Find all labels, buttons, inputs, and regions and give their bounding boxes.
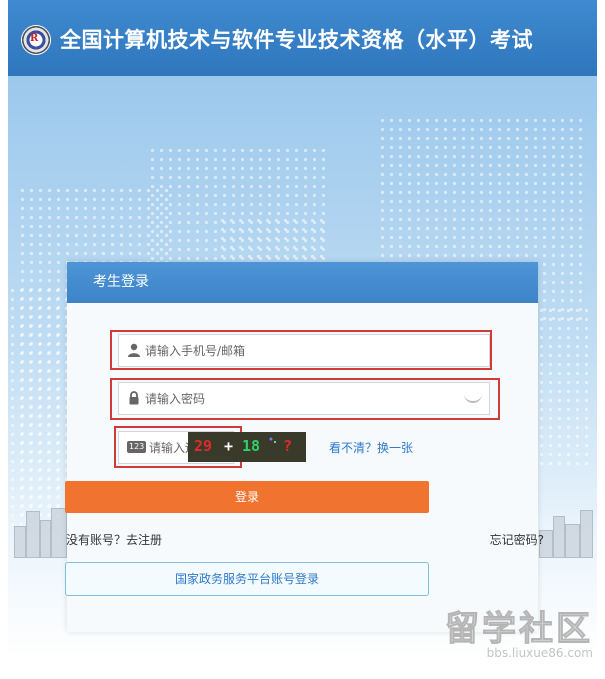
account-placeholder: 请输入手机号/邮箱 xyxy=(145,344,246,358)
hide-password-icon[interactable] xyxy=(464,392,482,403)
city-skyline-left xyxy=(12,508,72,558)
captcha-badge-icon: 123 xyxy=(127,441,147,453)
password-placeholder: 请输入密码 xyxy=(145,392,206,406)
captcha-image[interactable]: 29 + 18 ? xyxy=(188,432,306,462)
watermark: 留学社区 bbs.liuxue86.com xyxy=(445,609,594,661)
login-panel-title: 考生登录 xyxy=(67,262,538,303)
user-icon xyxy=(128,343,140,357)
login-page: R 全国计算机技术与软件专业技术资格（水平）考试 考生登录 请输入手机号/邮箱 … xyxy=(8,0,597,658)
city-skyline-right xyxy=(535,508,595,558)
captcha-noise xyxy=(269,437,276,443)
login-button[interactable]: 登录 xyxy=(65,481,429,513)
account-field[interactable]: 请输入手机号/邮箱 xyxy=(118,334,490,367)
register-link[interactable]: 没有账号？去注册 xyxy=(66,531,162,548)
forgot-password-link[interactable]: 忘记密码? xyxy=(490,531,544,548)
page-title: 全国计算机技术与软件专业技术资格（水平）考试 xyxy=(60,28,533,52)
password-field[interactable]: 请输入密码 xyxy=(118,382,490,415)
watermark-logo-text: 留学社区 xyxy=(445,609,593,649)
site-header: R 全国计算机技术与软件专业技术资格（水平）考试 xyxy=(8,0,597,76)
exam-logo-icon: R xyxy=(22,26,50,54)
gov-service-login-button[interactable]: 国家政务服务平台账号登录 xyxy=(65,562,429,596)
refresh-captcha-link[interactable]: 看不清？换一张 xyxy=(329,439,413,456)
lock-icon xyxy=(129,391,139,405)
